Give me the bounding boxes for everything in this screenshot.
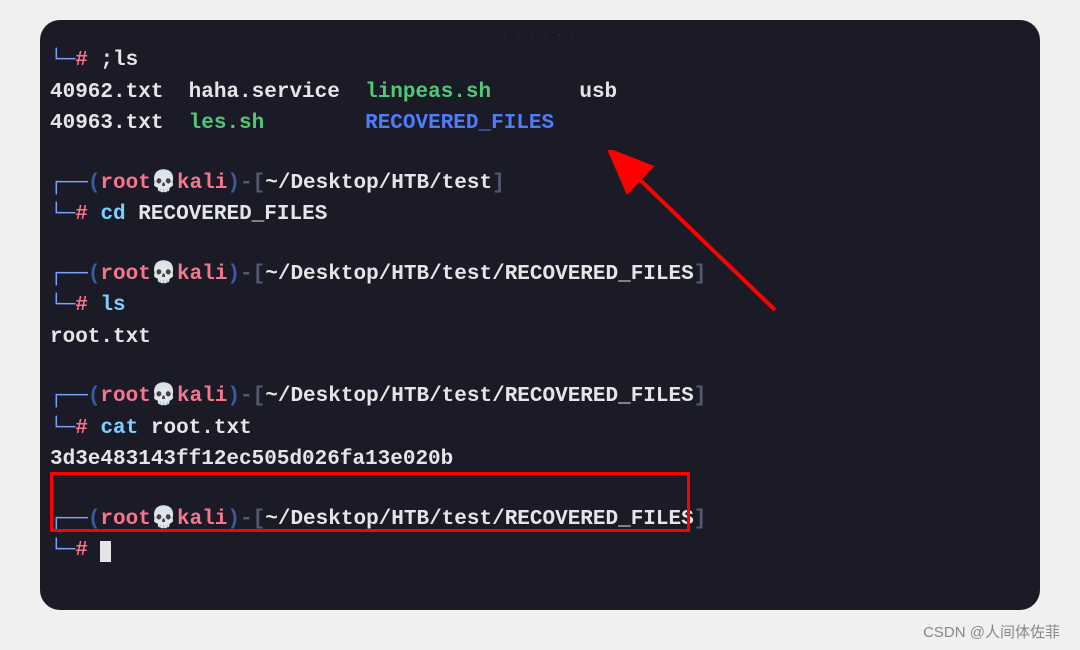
skull-icon: 💀 [151,172,177,195]
prompt-host: kali [177,385,227,408]
dash-close: ] [694,508,707,531]
prompt-corner-bottom: └─ [50,203,75,226]
prompt-user: root [100,172,150,195]
dash-close: ] [694,263,707,286]
prompt-corner-top: ┌── [50,172,88,195]
prompt-line: ┌──(root💀kali)-[~/Desktop/HTB/test/RECOV… [50,259,1030,291]
paren-close: ) [227,263,240,286]
paren-open: ( [88,508,101,531]
prompt-line: ┌──(root💀kali)-[~/Desktop/HTB/test/RECOV… [50,381,1030,413]
drag-handle[interactable]: · · · · · · [503,30,578,42]
prompt-line: └─# cd RECOVERED_FILES [50,199,1030,231]
skull-icon: 💀 [151,508,177,531]
dash-open: -[ [240,263,265,286]
ls-output-row: 40963.txt les.sh RECOVERED_FILES [50,108,1030,140]
cmd-ls: ;ls [100,49,138,72]
prompt-host: kali [177,172,227,195]
prompt-host: kali [177,508,227,531]
cmd-ls: ls [100,294,125,317]
prompt-corner-top: ┌── [50,508,88,531]
prompt-path: ~/Desktop/HTB/test [265,172,492,195]
prompt-corner-bottom: └─ [50,417,75,440]
dash-close: ] [694,385,707,408]
cursor-icon [100,541,111,562]
prompt-path: ~/Desktop/HTB/test/RECOVERED_FILES [265,508,693,531]
ls-output: root.txt [50,322,1030,354]
prompt-hash: # [75,294,88,317]
prompt-corner-top: ┌── [50,385,88,408]
file-sh: linpeas.sh [365,81,491,104]
prompt-user: root [100,508,150,531]
prompt-line: ┌──(root💀kali)-[~/Desktop/HTB/test] [50,168,1030,200]
paren-open: ( [88,263,101,286]
prompt-line: ┌──(root💀kali)-[~/Desktop/HTB/test/RECOV… [50,504,1030,536]
dir-recovered: RECOVERED_FILES [365,112,554,135]
skull-icon: 💀 [151,385,177,408]
prompt-hash: # [75,539,88,562]
file-usb: usb [579,81,617,104]
prompt-hash: # [75,203,88,226]
prompt-hash: # [75,49,88,72]
dash-close: ] [492,172,505,195]
terminal-window[interactable]: · · · · · · └─# ;ls 40962.txt haha.servi… [40,20,1040,610]
skull-icon: 💀 [151,263,177,286]
file-txt: 40963.txt [50,112,163,135]
cmd-cd: cd [100,203,125,226]
prompt-path: ~/Desktop/HTB/test/RECOVERED_FILES [265,263,693,286]
dash-open: -[ [240,172,265,195]
prompt-user: root [100,385,150,408]
prompt-path: ~/Desktop/HTB/test/RECOVERED_FILES [265,385,693,408]
prompt-host: kali [177,263,227,286]
prompt-line: └─# ;ls [50,45,1030,77]
paren-open: ( [88,172,101,195]
dash-open: -[ [240,385,265,408]
watermark: CSDN @人间体佐菲 [923,621,1060,642]
file-txt: 40962.txt [50,81,163,104]
cmd-arg: root.txt [151,417,252,440]
prompt-corner-bottom: └─ [50,539,75,562]
prompt-corner-bottom: └─ [50,49,75,72]
dash-open: -[ [240,508,265,531]
prompt-user: root [100,263,150,286]
prompt-line[interactable]: └─# [50,535,1030,567]
cmd-arg: RECOVERED_FILES [138,203,327,226]
prompt-line: └─# cat root.txt [50,413,1030,445]
cat-output: 3d3e483143ff12ec505d026fa13e020b [50,444,1030,476]
paren-close: ) [227,172,240,195]
prompt-line: └─# ls [50,290,1030,322]
file-sh: les.sh [189,112,265,135]
paren-close: ) [227,508,240,531]
ls-output-row: 40962.txt haha.service linpeas.sh usb [50,77,1030,109]
paren-open: ( [88,385,101,408]
prompt-corner-bottom: └─ [50,294,75,317]
cmd-cat: cat [100,417,138,440]
paren-close: ) [227,385,240,408]
prompt-corner-top: ┌── [50,263,88,286]
file-service: haha.service [189,81,340,104]
prompt-hash: # [75,417,88,440]
